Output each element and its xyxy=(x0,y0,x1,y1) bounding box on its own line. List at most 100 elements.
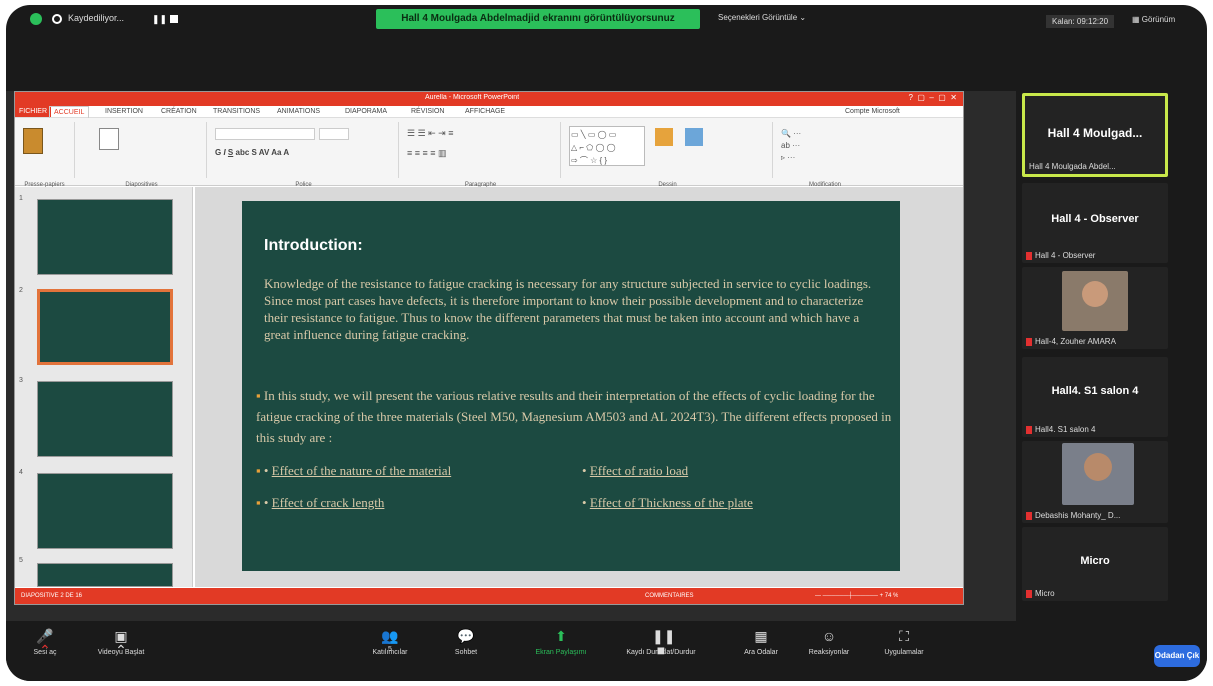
tab-affichage[interactable]: AFFICHAGE xyxy=(465,106,505,117)
align-icons[interactable]: ≡ ≡ ≡ ≡ ▥ xyxy=(407,148,447,159)
ribbon-group-drawing: ▭ ╲ ▭ ◯ ▭ △ ⌐ ⬠ ◯ ◯ ⇨ ⌒ ☆ { } Dessin xyxy=(563,122,773,188)
zoom-slider[interactable]: — ──────┼────── + 74 % xyxy=(815,588,898,604)
participant-name: Hall 4 Moulgad... xyxy=(1047,126,1143,140)
chat-icon: 💬 xyxy=(457,628,475,644)
participant-video xyxy=(1062,271,1128,331)
participant-tile-video[interactable]: Hall-4, Zouher AMARA xyxy=(1022,267,1168,349)
tab-creation[interactable]: CRÉATION xyxy=(161,106,197,117)
recording-icon xyxy=(52,14,62,24)
breakout-rooms-icon: ▦ xyxy=(754,628,768,644)
apps-icon: ⛶ xyxy=(899,628,909,644)
participants-button[interactable]: 👥5 Katılımcılar xyxy=(360,629,420,656)
participant-label: Hall4. S1 salon 4 xyxy=(1026,425,1166,434)
pause-recording-icon[interactable]: ❚❚ xyxy=(152,14,167,25)
reactions-button[interactable]: ☺ Reaksiyonlar xyxy=(804,629,854,656)
recording-label: Kaydediliyor... xyxy=(68,13,125,23)
ppt-ribbon: Presse-papiers Diapositives G I S abc S … xyxy=(15,118,963,188)
font-name-field[interactable] xyxy=(215,128,315,140)
leave-button[interactable]: Odadan Çık xyxy=(1154,645,1200,667)
ribbon-group-slides: Diapositives xyxy=(77,122,207,188)
find-replace-icons[interactable]: 🔍 ··· ab ··· ▹ ··· xyxy=(781,128,801,164)
window-controls-icon[interactable]: ? ▢ – ▢ ✕ xyxy=(909,93,958,102)
apps-button[interactable]: ⛶ Uygulamalar xyxy=(874,629,934,656)
quick-styles-icon[interactable] xyxy=(685,128,703,146)
new-slide-icon[interactable] xyxy=(99,128,119,150)
share-screen-icon: ⬆ xyxy=(555,628,567,644)
muted-mic-icon: 🎤 ⌃ xyxy=(36,628,54,658)
tab-transitions[interactable]: TRANSITIONS xyxy=(213,106,260,117)
current-slide: Introduction: Knowledge of the resistanc… xyxy=(242,201,900,571)
participant-tile-video[interactable]: Debashis Mohanty_ D... xyxy=(1022,441,1168,523)
thumb-number: 3 xyxy=(19,377,23,384)
participant-label: Hall 4 - Observer xyxy=(1026,251,1166,260)
unmute-button[interactable]: 🎤 ⌃ Sesi aç xyxy=(20,628,70,658)
slide-thumbnail[interactable] xyxy=(37,381,173,457)
muted-mic-icon xyxy=(1026,511,1032,520)
participant-tile[interactable]: Micro Micro xyxy=(1022,527,1168,601)
participant-name: Hall 4 - Observer xyxy=(1051,213,1139,225)
effect-item: ▪ • Effect of the nature of the material xyxy=(256,463,452,478)
bullet-icon: ▪ xyxy=(256,463,264,478)
bold-italic-underline-icons[interactable]: G I S abc S AV Aa A xyxy=(215,148,289,157)
ppt-title-bar: Aurella - Microsoft PowerPoint ? ▢ – ▢ ✕ xyxy=(15,92,963,106)
comments-button[interactable]: COMMENTAIRES xyxy=(645,588,694,604)
view-mode-button[interactable]: ▦ Görünüm xyxy=(1132,15,1175,24)
thumb-number: 5 xyxy=(19,557,23,564)
participant-label: Hall 4 Moulgada Abdel... xyxy=(1029,162,1116,171)
font-size-field[interactable] xyxy=(319,128,349,140)
grid-icon: ▦ xyxy=(1132,15,1140,24)
muted-mic-icon xyxy=(1026,251,1032,260)
ribbon-group-clipboard: Presse-papiers xyxy=(15,122,75,188)
thumb-number: 2 xyxy=(19,287,23,294)
thumb-number: 4 xyxy=(19,469,23,476)
ppt-ribbon-tabs: FICHIER ACCUEIL INSERTION CRÉATION TRANS… xyxy=(15,106,963,118)
participant-video xyxy=(1062,443,1134,505)
tab-animations[interactable]: ANIMATIONS xyxy=(277,106,320,117)
slide-thumbnail[interactable] xyxy=(37,199,173,275)
list-align-icons[interactable]: ☰ ☰ ⇤ ⇥ ≡ xyxy=(407,128,453,139)
participant-label: Hall-4, Zouher AMARA xyxy=(1026,337,1166,346)
participant-tile-active[interactable]: Hall 4 Moulgad... Hall 4 Moulgada Abdel.… xyxy=(1022,93,1168,177)
breakout-rooms-button[interactable]: ▦ Ara Odalar xyxy=(736,629,786,656)
share-screen-button[interactable]: ⬆ Ekran Paylaşımı xyxy=(526,629,596,656)
shapes-gallery-icon[interactable]: ▭ ╲ ▭ ◯ ▭ △ ⌐ ⬠ ◯ ◯ ⇨ ⌒ ☆ { } xyxy=(569,126,645,166)
participant-label: Debashis Mohanty_ D... xyxy=(1026,511,1166,520)
ribbon-group-paragraph: ☰ ☰ ⇤ ⇥ ≡ ≡ ≡ ≡ ≡ ▥ Paragraphe xyxy=(401,122,561,188)
slide-thumbnail-selected[interactable] xyxy=(37,289,173,365)
slide-bullet: ▪ In this study, we will present the var… xyxy=(256,388,892,445)
view-options-button[interactable]: Seçenekleri Görüntüle ⌄ xyxy=(718,13,806,22)
thumb-number: 1 xyxy=(19,195,23,202)
tab-fichier[interactable]: FICHIER xyxy=(15,106,51,117)
ribbon-group-editing: 🔍 ··· ab ··· ▹ ··· Modification xyxy=(781,128,841,188)
participant-tile[interactable]: Hall4. S1 salon 4 Hall4. S1 salon 4 xyxy=(1022,357,1168,437)
tab-revision[interactable]: RÉVISION xyxy=(411,106,444,117)
tab-diaporama[interactable]: DIAPORAMA xyxy=(345,106,387,117)
muted-mic-icon xyxy=(1026,425,1032,434)
slide-paragraph: Knowledge of the resistance to fatigue c… xyxy=(264,276,872,342)
participants-icon: 👥5 xyxy=(381,628,399,653)
muted-mic-icon xyxy=(1026,337,1032,346)
person-avatar-icon xyxy=(1082,281,1108,307)
chat-button[interactable]: 💬 Sohbet xyxy=(446,629,486,656)
record-button[interactable]: ❚❚ ■ Kaydı Duraklat/Durdur xyxy=(616,629,706,657)
video-off-icon: ▣ ⌃ xyxy=(114,628,128,658)
sharing-banner: Hall 4 Moulgada Abdelmadjid ekranını gör… xyxy=(376,9,700,29)
tab-accueil[interactable]: ACCUEIL xyxy=(49,106,90,118)
reactions-icon: ☺ xyxy=(821,628,837,644)
microsoft-account[interactable]: Compte Microsoft xyxy=(845,106,900,117)
slide-heading: Introduction: xyxy=(264,237,363,254)
top-bar: Kaydediliyor... ❚❚ Hall 4 Moulgada Abdel… xyxy=(6,5,1207,37)
participant-tile[interactable]: Hall 4 - Observer Hall 4 - Observer xyxy=(1022,183,1168,263)
effect-item: • Effect of ratio load xyxy=(582,463,689,478)
arrange-icon[interactable] xyxy=(655,128,673,146)
slide-thumbnail[interactable] xyxy=(37,563,173,587)
slide-thumbnail[interactable] xyxy=(37,473,173,549)
participant-name: Micro xyxy=(1080,555,1110,567)
start-video-button[interactable]: ▣ ⌃ Videoyu Başlat xyxy=(86,628,156,658)
paste-icon[interactable] xyxy=(23,128,43,154)
participant-name: Hall4. S1 salon 4 xyxy=(1051,385,1139,397)
tab-insertion[interactable]: INSERTION xyxy=(105,106,143,117)
bullet-icon: ▪ xyxy=(256,495,264,510)
ppt-status-bar: DIAPOSITIVE 2 DE 16 COMMENTAIRES — ─────… xyxy=(15,588,963,604)
stop-recording-icon[interactable] xyxy=(170,15,178,23)
